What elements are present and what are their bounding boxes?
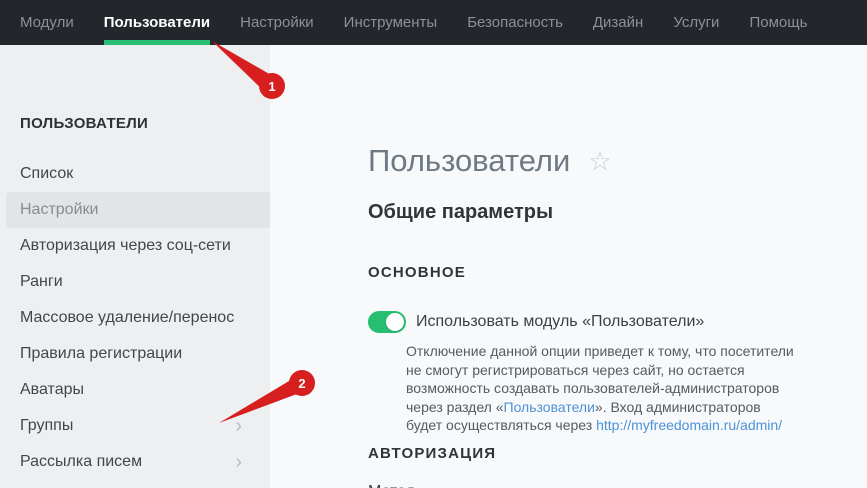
nav-item-design[interactable]: Дизайн (593, 0, 643, 45)
sidebar-item-mass-delete[interactable]: Массовое удаление/перенос (0, 300, 270, 336)
users-section-link[interactable]: Пользователи (504, 399, 595, 415)
page-subtitle: Общие параметры (368, 200, 867, 224)
sidebar-item-groups[interactable]: Группы › (0, 408, 270, 444)
nav-item-users[interactable]: Пользователи (104, 0, 210, 45)
sidebar-item-groups-label: Группы (20, 417, 73, 435)
sidebar-item-mailing-label: Рассылка писем (20, 453, 142, 471)
section-heading-auth: АВТОРИЗАЦИЯ (368, 445, 867, 462)
chevron-right-icon: › (235, 416, 242, 436)
nav-item-services[interactable]: Услуги (673, 0, 719, 45)
sidebar-item-list[interactable]: Список (0, 156, 270, 192)
sidebar-item-ranks[interactable]: Ранги (0, 264, 270, 300)
nav-item-modules[interactable]: Модули (20, 0, 74, 45)
nav-item-help[interactable]: Помощь (749, 0, 807, 45)
sidebar-item-avatars[interactable]: Аватары (0, 372, 270, 408)
section-heading-basic: ОСНОВНОЕ (368, 264, 867, 281)
sidebar-item-settings[interactable]: Настройки (6, 192, 270, 228)
toggle-knob (386, 313, 404, 331)
favorite-star-icon[interactable]: ☆ (588, 148, 611, 174)
main-content: Пользователи ☆ Общие параметры ОСНОВНОЕ … (270, 45, 867, 488)
use-module-toggle[interactable] (368, 311, 406, 333)
sidebar-item-registration-rules[interactable]: Правила регистрации (0, 336, 270, 372)
module-description: Отключение данной опции приведет к тому,… (406, 342, 794, 435)
nav-item-users-label: Пользователи (104, 14, 210, 31)
top-nav: Модули Пользователи Настройки Инструмент… (0, 0, 867, 45)
method-label: Метод (368, 483, 867, 488)
sidebar: ПОЛЬЗОВАТЕЛИ Список Настройки Авторизаци… (0, 45, 270, 488)
sidebar-item-social-auth[interactable]: Авторизация через соц-сети (0, 228, 270, 264)
nav-item-tools[interactable]: Инструменты (344, 0, 438, 45)
use-module-row: Использовать модуль «Пользователи» (368, 311, 867, 333)
sidebar-heading: ПОЛЬЗОВАТЕЛИ (0, 105, 270, 141)
title-row: Пользователи ☆ (368, 142, 867, 180)
nav-item-security[interactable]: Безопасность (467, 0, 563, 45)
use-module-label: Использовать модуль «Пользователи» (416, 313, 704, 331)
app-body: ПОЛЬЗОВАТЕЛИ Список Настройки Авторизаци… (0, 45, 867, 488)
active-tab-underline (104, 40, 210, 45)
page-title: Пользователи (368, 142, 570, 180)
admin-url-link[interactable]: http://myfreedomain.ru/admin/ (596, 417, 782, 433)
sidebar-item-mailing[interactable]: Рассылка писем › (0, 444, 270, 480)
nav-item-settings[interactable]: Настройки (240, 0, 314, 45)
chevron-right-icon: › (235, 452, 242, 472)
